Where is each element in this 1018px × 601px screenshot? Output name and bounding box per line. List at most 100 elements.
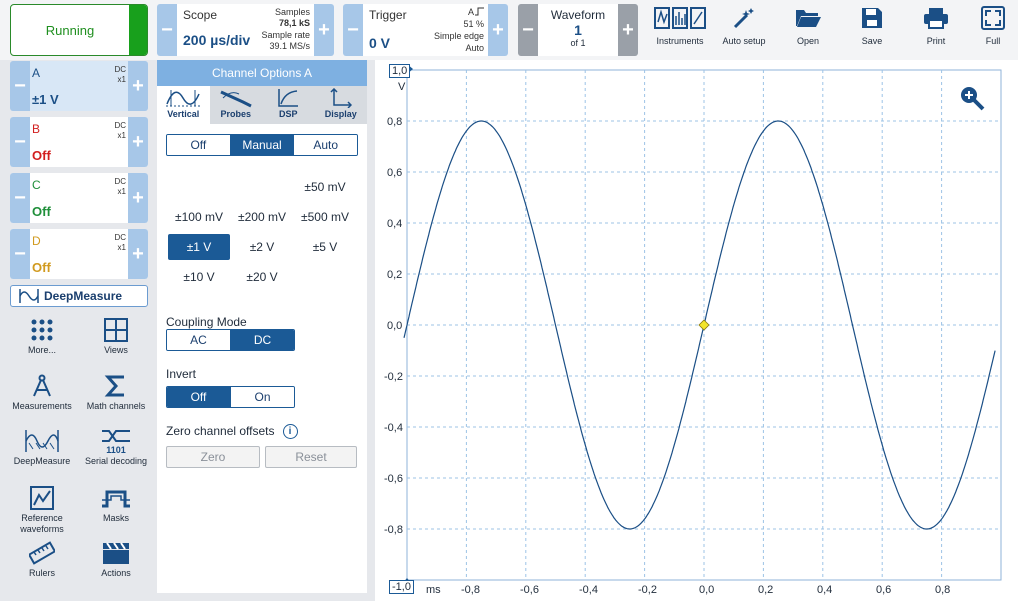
range-2v[interactable]: ±2 V [231,234,293,260]
range-5v[interactable]: ±5 V [294,234,356,260]
range-1v[interactable]: ±1 V [168,234,230,260]
deepmeasure-button[interactable]: DeepMeasure [10,285,148,307]
full-screen-button[interactable]: Full [968,4,1018,54]
measurements-label: Measurements [12,401,72,411]
print-button[interactable]: Print [904,4,968,54]
channel-d-coupling-text: DC [114,233,126,242]
scope-view[interactable]: 1,0 V 0,8 0,6 0,4 0,2 0,0 -0,2 -0,4 -0,6… [375,60,1018,601]
waveform-index: 1 [574,22,582,38]
waveform-chart[interactable] [375,60,1018,601]
views-tile[interactable]: Views [81,318,151,370]
print-label: Print [926,36,946,46]
printer-icon [924,8,948,29]
rulers-tile[interactable]: Rulers [7,541,77,593]
channel-a-increase-button[interactable]: + [128,61,148,111]
channel-b-increase-button[interactable]: + [128,117,148,167]
x-axis-start-marker[interactable]: -1,0 [389,580,414,594]
channel-b-coupling: DC x1 [114,121,126,141]
range-mode-auto[interactable]: Auto [293,135,357,155]
channel-d-card[interactable]: − D DC x1 Off + [10,229,148,279]
channel-b-decrease-button[interactable]: − [10,117,30,167]
y-tick-label: 0,0 [387,320,403,332]
range-500mv[interactable]: ±500 mV [294,204,356,230]
trigger-panel[interactable]: Trigger 0 V A 51 % Simple edge Auto [363,4,488,56]
range-200mv[interactable]: ±200 mV [231,204,293,230]
channel-d-decrease-button[interactable]: − [10,229,30,279]
reset-button[interactable]: Reset [265,446,357,468]
range-mode-off[interactable]: Off [167,135,230,155]
channel-b-card[interactable]: − B DC x1 Off + [10,117,148,167]
timebase-panel[interactable]: Scope 200 µs/div Samples 78,1 kS Sample … [177,4,314,56]
open-button[interactable]: Open [776,4,840,54]
deepmeasure-tile[interactable]: DeepMeasure [7,429,77,481]
grid-dots-icon [31,319,53,341]
channel-options-title: Channel Options A [157,60,367,86]
fullscreen-icon [981,6,1005,30]
x-tick-label: 0,2 [758,584,774,596]
trigger-level-value: 0 V [369,35,391,51]
actions-label: Actions [101,568,131,578]
views-icon [104,318,128,342]
save-button[interactable]: Save [840,4,904,54]
deepmeasure-tile-label: DeepMeasure [13,456,71,466]
coupling-mode-title: Coupling Mode [166,315,247,329]
range-50mv[interactable]: ±50 mV [294,174,356,200]
channel-c-card[interactable]: − C DC x1 Off + [10,173,148,223]
timebase-increase-button[interactable]: + [314,4,334,56]
channel-a-coupling: DC x1 [114,65,126,85]
invert-off[interactable]: Off [167,387,230,407]
run-stop-button[interactable]: Running [10,4,148,56]
range-mode-manual[interactable]: Manual [229,135,294,155]
math-channels-tile[interactable]: Math channels [81,374,151,426]
measurements-tile[interactable]: Measurements [7,374,77,426]
invert-on[interactable]: On [230,387,294,407]
y-tick-label: -0,6 [384,473,403,485]
coupling-ac[interactable]: AC [167,330,230,350]
tab-display[interactable]: Display [315,86,368,124]
coupling-dc[interactable]: DC [230,330,294,350]
range-10v[interactable]: ±10 V [168,264,230,290]
channel-c-range: Off [32,204,51,219]
more-tile[interactable]: More... [7,318,77,370]
reference-waveforms-tile[interactable]: Reference waveforms [7,486,77,538]
timebase-decrease-button[interactable]: − [157,4,177,56]
tab-dsp[interactable]: DSP [262,86,315,124]
rulers-label: Rulers [28,568,55,578]
serial-decoding-tile[interactable]: 1101 Serial decoding [81,429,151,481]
trigger-increase-button[interactable]: + [488,4,508,56]
channel-a-range: ±1 V [32,92,59,107]
range-20v[interactable]: ±20 V [231,264,293,290]
more-label: More... [27,345,56,355]
range-mode-selector: Off Manual Auto [166,134,358,156]
info-icon[interactable]: i [282,424,298,440]
zero-button[interactable]: Zero [166,446,260,468]
waveform-group: − Waveform 1 of 1 + [518,4,638,56]
channel-a-card[interactable]: − A DC x1 ±1 V + [10,61,148,111]
probe-icon [220,90,252,108]
x-tick-label: 0,0 [699,584,715,596]
tab-probes[interactable]: Probes [210,86,263,124]
instruments-button[interactable]: Instruments [648,4,712,54]
channel-a-decrease-button[interactable]: − [10,61,30,111]
x-tick-label: -0,8 [461,584,480,596]
trigger-group: − Trigger 0 V A 51 % Simple edge Auto + [343,4,508,56]
trigger-decrease-button[interactable]: − [343,4,363,56]
waveform-next-button[interactable]: + [618,4,638,56]
reference-waveform-icon [30,486,54,510]
waveform-previous-button[interactable]: − [518,4,538,56]
actions-tile[interactable]: Actions [81,541,151,593]
y-axis-top-marker[interactable]: 1,0 [389,64,411,78]
channel-d-increase-button[interactable]: + [128,229,148,279]
open-label: Open [796,36,820,46]
tab-vertical[interactable]: Vertical [157,86,210,124]
masks-tile[interactable]: Masks [81,486,151,538]
deepmeasure-waveform-icon [25,430,59,452]
channel-d-name: D [32,234,41,248]
reference-waveforms-label: Reference waveforms [20,513,64,534]
channel-c-increase-button[interactable]: + [128,173,148,223]
trigger-label: Trigger [369,8,407,22]
auto-setup-button[interactable]: Auto setup [712,4,776,54]
range-100mv[interactable]: ±100 mV [168,204,230,230]
channel-c-decrease-button[interactable]: − [10,173,30,223]
zoom-in-icon[interactable] [959,85,985,111]
